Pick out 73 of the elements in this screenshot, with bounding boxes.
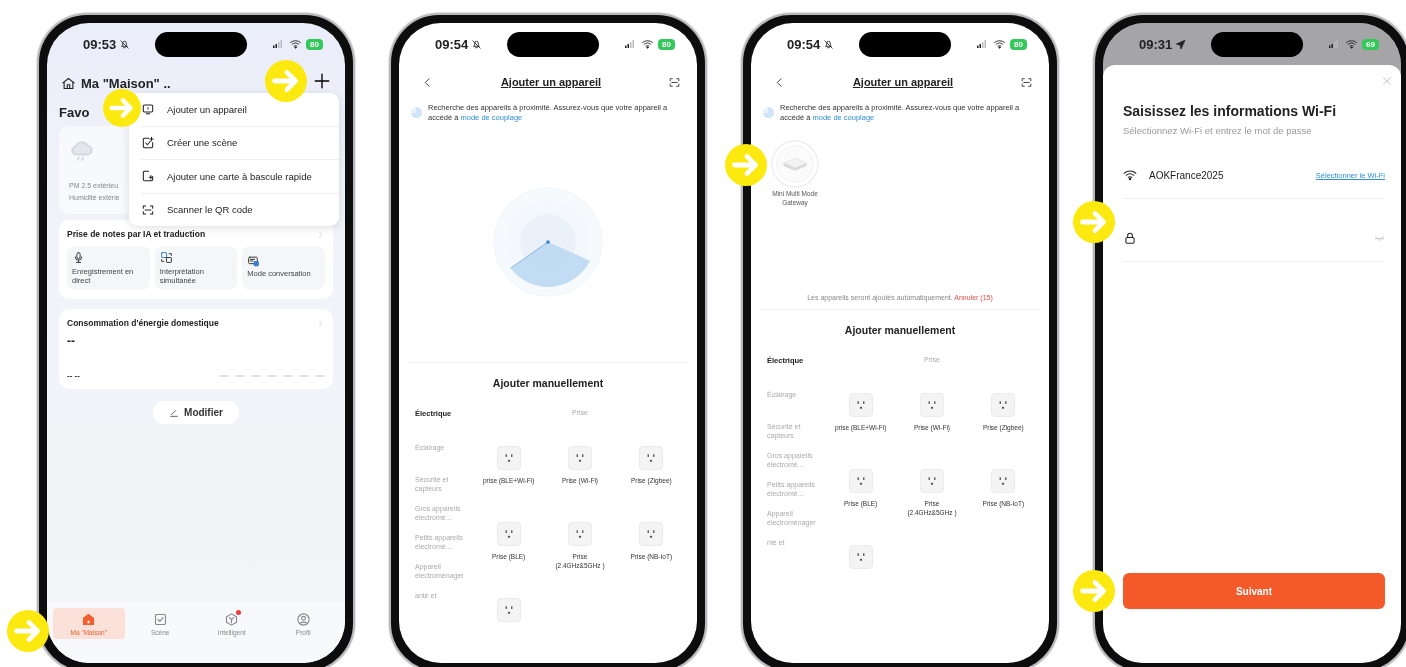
socket-icon[interactable]	[991, 393, 1016, 417]
status-time: 09:54	[787, 36, 821, 52]
status-time: 09:54	[435, 36, 469, 52]
card-title: Consommation d'énergie domestique	[67, 318, 219, 328]
socket-icon[interactable]	[496, 446, 521, 470]
energy-period: -- --	[67, 371, 80, 380]
loading-icon	[763, 107, 774, 118]
menu-item[interactable]: Ajouter une carte à bascule rapide	[141, 160, 339, 193]
socket-icon[interactable]	[848, 469, 873, 493]
wifi-icon	[1123, 168, 1137, 182]
menu-item[interactable]: Créer une scène	[141, 126, 339, 159]
screen-title: Ajouter un appareil	[500, 76, 602, 88]
energy-value: --	[67, 334, 76, 348]
status-time: 09:31	[1139, 36, 1173, 52]
socket-icon[interactable]	[639, 522, 664, 546]
battery-indicator: 69	[1362, 38, 1379, 50]
card-title: Prise de notes par IA et traduction	[67, 229, 206, 239]
screen-title: Ajouter un appareil	[852, 76, 954, 88]
socket-icon[interactable]	[991, 469, 1016, 493]
home-title[interactable]: Ma "Maison" ..	[81, 75, 313, 91]
house-icon	[81, 612, 97, 627]
profile-icon	[295, 612, 311, 627]
loading-icon	[411, 107, 422, 118]
wifi-icon	[993, 38, 1007, 50]
socket-icon[interactable]	[920, 393, 944, 417]
scene-icon	[141, 135, 155, 150]
location-arrow-icon	[1175, 38, 1187, 50]
hexagon-icon	[224, 612, 240, 627]
battery-indicator: 80	[306, 38, 323, 50]
edit-button[interactable]: Modifier	[153, 401, 239, 424]
microphone-icon	[72, 251, 85, 264]
chevron-right-icon	[316, 229, 325, 239]
socket-icon[interactable]	[496, 522, 521, 546]
house-icon	[61, 75, 76, 91]
plus-icon	[313, 72, 331, 90]
wifi-icon	[641, 38, 655, 50]
section-title: Ajouter manuellement	[491, 376, 605, 391]
sheet-subtitle: Sélectionnez Wi-Fi et entrez le mot de passe	[1123, 125, 1313, 136]
chat-icon	[247, 254, 261, 268]
sheet-title: Saisissez les informations Wi-Fi	[1123, 103, 1338, 119]
scan-icon[interactable]	[1020, 75, 1033, 89]
socket-icon[interactable]	[496, 598, 521, 622]
socket-icon[interactable]	[848, 545, 873, 569]
lock-icon	[1123, 231, 1137, 245]
section-title: Ajouter manuellement	[843, 323, 957, 338]
battery-indicator: 80	[658, 38, 675, 50]
scan-icon[interactable]	[668, 75, 681, 89]
device-icon	[141, 102, 155, 117]
bell-slash-icon	[823, 38, 835, 50]
menu-item[interactable]: Ajouter un appareil	[141, 93, 339, 126]
bell-slash-icon	[471, 38, 483, 50]
gateway-drawing	[771, 140, 819, 188]
close-icon[interactable]	[1381, 75, 1393, 87]
socket-icon[interactable]	[848, 393, 873, 417]
wifi-icon	[1345, 38, 1359, 50]
bell-slash-icon	[119, 38, 131, 50]
socket-icon[interactable]	[920, 469, 944, 493]
network-name: AOKFrance2025	[1149, 169, 1225, 181]
status-time: 09:53	[83, 36, 117, 52]
menu-item[interactable]: Scanner le QR code	[141, 193, 339, 226]
checkbox-icon	[152, 612, 168, 627]
section-title: Favo	[58, 104, 91, 122]
add-button[interactable]	[313, 72, 331, 90]
scan-icon	[141, 202, 155, 217]
socket-icon[interactable]	[568, 446, 592, 470]
pencil-icon	[169, 407, 180, 418]
chevron-right-icon	[316, 318, 325, 328]
translate-icon	[159, 251, 173, 264]
wifi-icon	[289, 38, 303, 50]
socket-icon[interactable]	[639, 446, 664, 470]
battery-indicator: 80	[1010, 38, 1027, 50]
socket-icon[interactable]	[568, 522, 592, 546]
card-add-icon	[141, 169, 155, 184]
